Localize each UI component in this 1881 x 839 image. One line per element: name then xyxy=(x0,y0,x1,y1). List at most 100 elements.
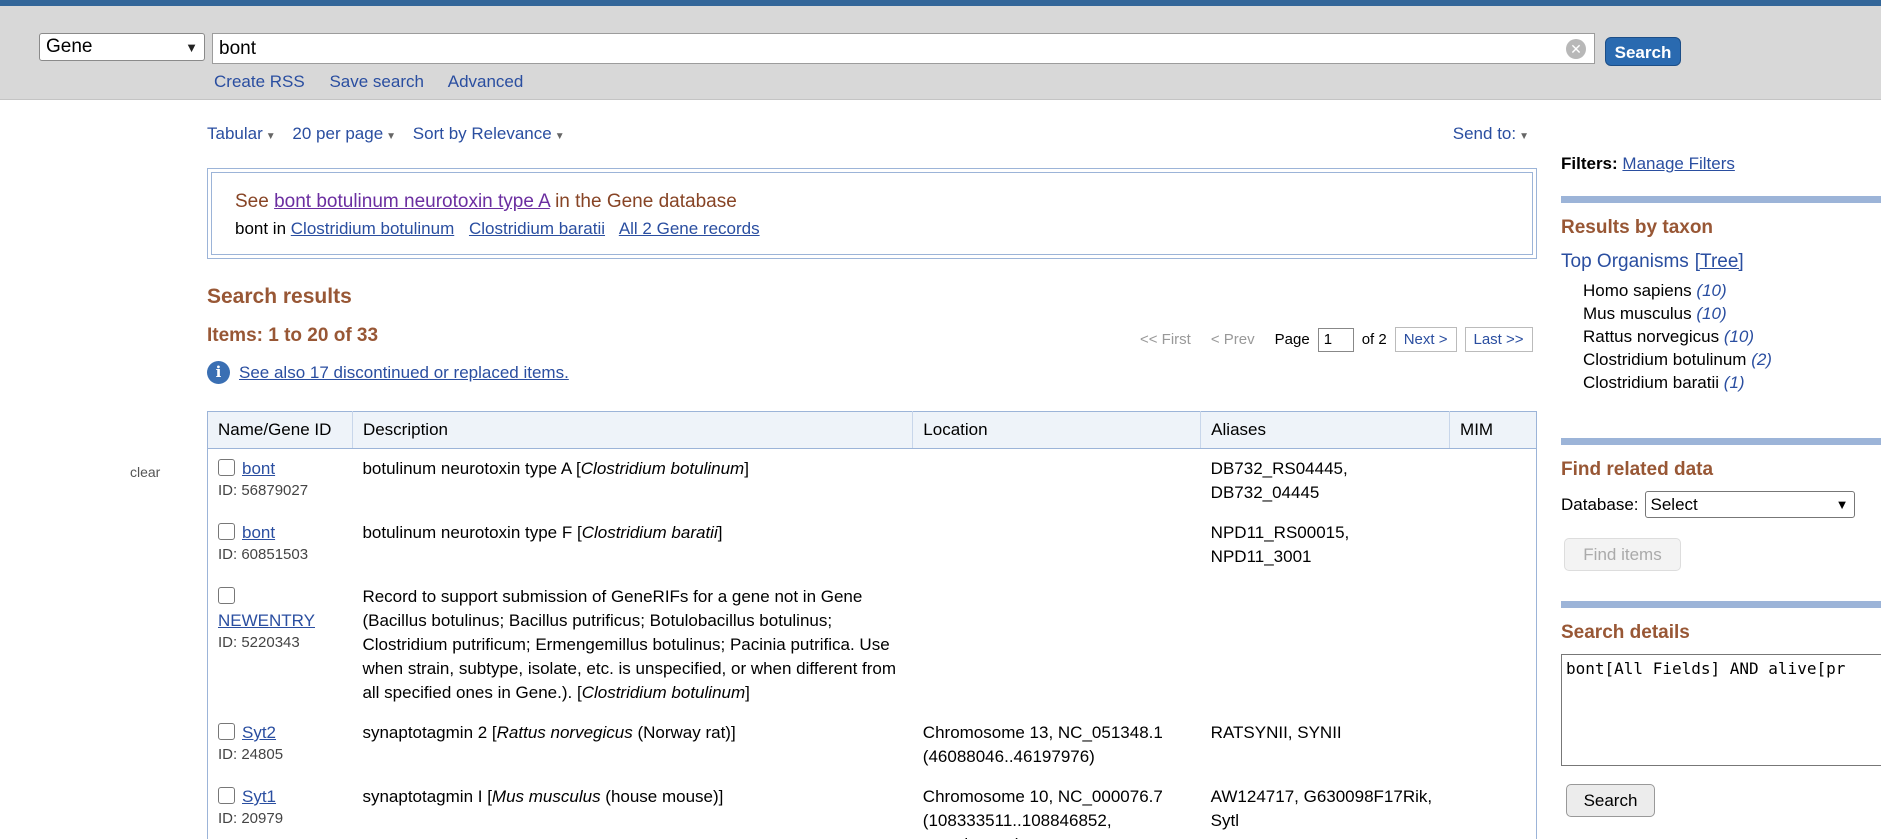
organism-name: Rattus norvegicus xyxy=(1583,327,1720,346)
section-divider xyxy=(1561,601,1881,608)
format-label: Tabular xyxy=(207,124,263,143)
chevron-down-icon: ▼ xyxy=(185,39,198,55)
manage-filters-link[interactable]: Manage Filters xyxy=(1622,154,1734,173)
col-location[interactable]: Location xyxy=(912,411,1201,449)
section-divider xyxy=(1561,196,1881,203)
desc-text: botulinum neurotoxin type F [ xyxy=(362,523,582,542)
organism-count: (10) xyxy=(1696,281,1727,300)
prev-page-link[interactable]: < Prev xyxy=(1211,331,1255,348)
database-select[interactable]: Gene ▼ xyxy=(39,33,205,61)
desc-tail: (house mouse)] xyxy=(600,787,724,806)
desc-tail: ] xyxy=(744,459,749,478)
filters-row: Filters: Manage Filters xyxy=(1561,154,1881,174)
col-aliases[interactable]: Aliases xyxy=(1200,411,1450,449)
gene-name-link[interactable]: bont xyxy=(242,523,275,542)
next-page-button[interactable]: Next > xyxy=(1394,327,1457,352)
gene-name-link[interactable]: NEWENTRY xyxy=(218,611,315,630)
tree-link[interactable]: [Tree] xyxy=(1695,251,1744,272)
table-header-row: Name/Gene ID Description Location Aliase… xyxy=(207,411,1537,449)
gene-aliases xyxy=(1201,577,1450,713)
related-database-value: Select xyxy=(1650,494,1698,514)
desc-organism: Mus musculus xyxy=(491,787,601,806)
chevron-down-icon: ▼ xyxy=(1835,497,1849,512)
per-page-dropdown[interactable]: 20 per page ▼ xyxy=(292,124,396,143)
gene-name-link[interactable]: Syt2 xyxy=(242,723,276,742)
notice-link-baratii[interactable]: Clostridium baratii xyxy=(469,219,605,238)
sort-dropdown[interactable]: Sort by Relevance ▼ xyxy=(413,124,565,143)
row-checkbox[interactable] xyxy=(218,459,235,476)
row-checkbox[interactable] xyxy=(218,523,235,540)
table-row: Syt1 ID: 20979 synaptotagmin I [Mus muscu… xyxy=(208,777,1537,839)
send-to-dropdown[interactable]: Send to: ▼ xyxy=(1453,124,1529,144)
row-checkbox[interactable] xyxy=(218,723,235,740)
related-database-select[interactable]: Select ▼ xyxy=(1644,491,1855,518)
gene-location xyxy=(913,449,1201,514)
right-sidebar: Filters: Manage Filters Results by taxon… xyxy=(1561,154,1881,817)
table-row: bont ID: 56879027 botulinum neurotoxin ty… xyxy=(208,449,1537,514)
search-details-textarea[interactable]: bont[All Fields] AND alive[pr xyxy=(1561,654,1881,766)
gene-aliases: DB732_RS04445, DB732_04445 xyxy=(1210,459,1348,502)
gene-mim xyxy=(1450,513,1537,577)
gene-name-link[interactable]: Syt1 xyxy=(242,787,276,806)
last-page-button[interactable]: Last >> xyxy=(1464,327,1533,352)
organism-name: Clostridium baratii xyxy=(1583,373,1720,392)
organism-name: Clostridium botulinum xyxy=(1583,350,1747,369)
gene-mim xyxy=(1450,449,1537,514)
see-also-row: i See also 17 discontinued or replaced i… xyxy=(207,361,569,384)
save-search-link[interactable]: Save search xyxy=(329,72,424,91)
list-item[interactable]: Rattus norvegicus (10) xyxy=(1583,325,1881,348)
notice-link-botulinum[interactable]: Clostridium botulinum xyxy=(291,219,454,238)
clear-search-icon[interactable]: ✕ xyxy=(1566,39,1586,59)
col-mim[interactable]: MIM xyxy=(1449,411,1537,449)
gene-id: ID: 20979 xyxy=(218,810,284,827)
table-row: bont ID: 60851503 botulinum neurotoxin ty… xyxy=(208,513,1537,577)
gene-mim xyxy=(1450,777,1537,839)
gene-id: ID: 60851503 xyxy=(218,546,309,563)
page-number-input[interactable]: 1 xyxy=(1317,327,1354,352)
gene-mim xyxy=(1450,577,1537,713)
format-dropdown[interactable]: Tabular ▼ xyxy=(207,124,276,143)
page-of-text: of 2 xyxy=(1361,331,1387,348)
list-item[interactable]: Clostridium baratii (1) xyxy=(1583,371,1881,394)
clear-link[interactable]: clear xyxy=(130,464,160,480)
find-items-button[interactable]: Find items xyxy=(1564,538,1681,571)
col-name[interactable]: Name/Gene ID xyxy=(207,411,353,449)
gene-description: synaptotagmin 2 [Rattus norvegicus (Norw… xyxy=(352,713,912,777)
gene-location xyxy=(913,513,1201,577)
results-toolbar: Tabular ▼ 20 per page ▼ Sort by Relevance ▼… xyxy=(207,124,1529,148)
notice-main-link[interactable]: bont botulinum neurotoxin type A xyxy=(274,191,550,212)
send-to-label: Send to: xyxy=(1452,124,1517,143)
gene-description: Record to support submission of GeneRIFs… xyxy=(352,577,912,713)
gene-notice-box: See bont botulinum neurotoxin type A in … xyxy=(207,168,1537,259)
per-page-label: 20 per page xyxy=(292,124,384,143)
gene-description: synaptotagmin I [Mus musculus (house mou… xyxy=(352,777,912,839)
search-sublinks: Create RSS Save search Advanced xyxy=(214,72,543,92)
row-checkbox[interactable] xyxy=(218,787,235,804)
organism-count: (10) xyxy=(1696,304,1727,323)
top-organisms-label[interactable]: Top Organisms xyxy=(1561,251,1689,272)
list-item[interactable]: Homo sapiens (10) xyxy=(1583,279,1881,302)
list-item[interactable]: Mus musculus (10) xyxy=(1583,302,1881,325)
database-row: Database: Select ▼ xyxy=(1561,491,1881,518)
gene-description: botulinum neurotoxin type A [Clostridium… xyxy=(352,449,912,514)
desc-text: synaptotagmin 2 [ xyxy=(362,723,497,742)
organism-name: Homo sapiens xyxy=(1583,281,1692,300)
gene-name-link[interactable]: bont xyxy=(242,459,275,478)
gene-aliases: RATSYNII, SYNII xyxy=(1210,723,1342,742)
details-search-button[interactable]: Search xyxy=(1566,784,1655,817)
row-checkbox[interactable] xyxy=(218,587,235,604)
items-count: Items: 1 to 20 of 33 xyxy=(207,325,379,346)
search-input[interactable]: bont xyxy=(212,33,1595,64)
desc-organism: Clostridium baratii xyxy=(581,523,718,542)
advanced-link[interactable]: Advanced xyxy=(448,72,524,91)
create-rss-link[interactable]: Create RSS xyxy=(214,72,305,91)
gene-aliases: NPD11_RS00015, NPD11_3001 xyxy=(1210,523,1350,566)
list-item[interactable]: Clostridium botulinum (2) xyxy=(1583,348,1881,371)
notice-link-all[interactable]: All 2 Gene records xyxy=(619,219,760,238)
col-description[interactable]: Description xyxy=(351,411,913,449)
first-page-link[interactable]: << First xyxy=(1140,331,1191,348)
gene-description: botulinum neurotoxin type F [Clostridium… xyxy=(352,513,912,577)
search-button[interactable]: Search xyxy=(1605,37,1681,66)
desc-text: botulinum neurotoxin type A [ xyxy=(362,459,581,478)
discontinued-items-link[interactable]: See also 17 discontinued or replaced ite… xyxy=(239,363,569,383)
